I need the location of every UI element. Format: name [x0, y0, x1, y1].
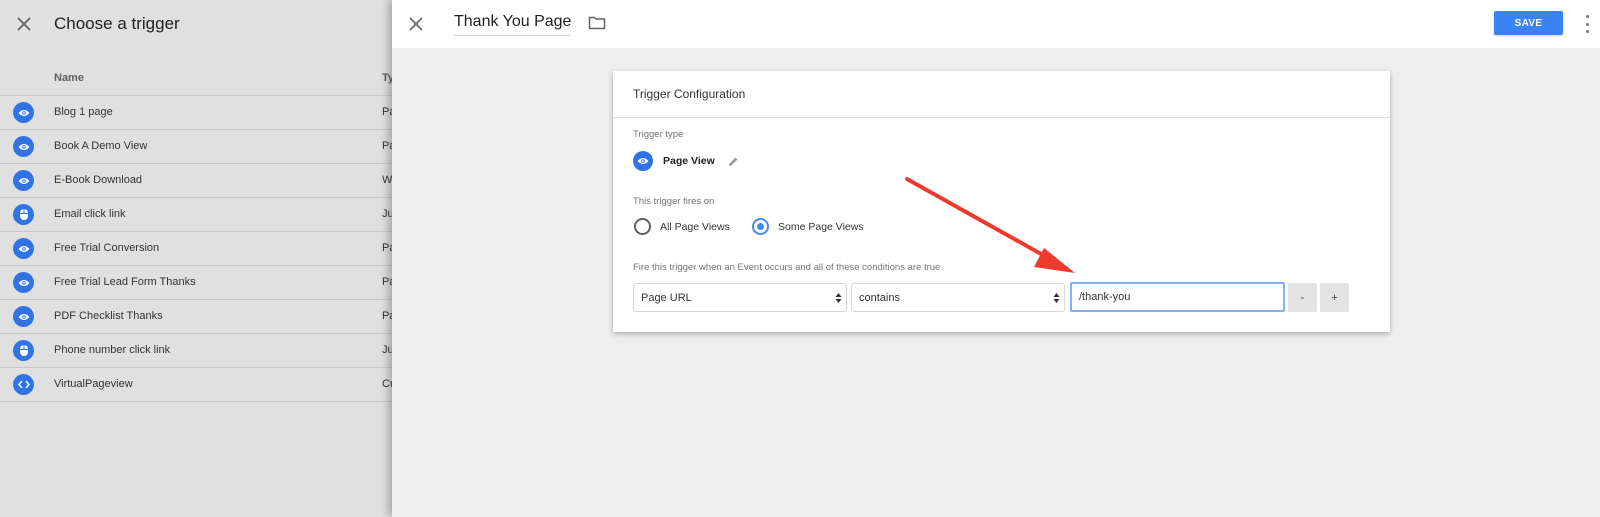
trigger-row[interactable]: Free Trial Conversion Pa [0, 232, 395, 266]
more-vert-dot [1585, 22, 1589, 26]
remove-condition-button[interactable]: - [1288, 283, 1317, 312]
trigger-name: Blog 1 page [54, 106, 113, 118]
trigger-type-value: Page View [663, 155, 715, 167]
condition-variable-select[interactable]: Page URL [633, 283, 847, 312]
more-vert-dot [1585, 30, 1589, 33]
radio-label: All Page Views [660, 220, 730, 233]
trigger-name: PDF Checklist Thanks [54, 310, 163, 322]
code-icon [13, 374, 34, 395]
trigger-chooser-panel: Choose a trigger Name Ty Blog 1 page Pa Bo… [0, 0, 396, 517]
trigger-row[interactable]: Phone number click link Ju [0, 334, 394, 368]
trigger-list: Blog 1 page Pa Book A Demo View Pa E-Book Do… [0, 96, 396, 402]
close-chooser-button[interactable] [0, 0, 48, 48]
condition-operator-select[interactable]: contains [851, 283, 1065, 312]
eye-icon [13, 102, 34, 123]
folder-icon [588, 16, 606, 30]
mouse-icon [13, 340, 34, 361]
condition-value-input[interactable] [1070, 282, 1285, 312]
close-icon [17, 17, 31, 31]
select-arrows-icon [1053, 293, 1060, 303]
close-icon [409, 17, 423, 31]
trigger-name: Book A Demo View [54, 140, 148, 152]
close-editor-button[interactable] [402, 10, 430, 38]
trigger-row[interactable]: Book A Demo View Pa [0, 130, 395, 164]
trigger-chooser-title: Choose a trigger [54, 14, 180, 33]
card-heading: Trigger Configuration [613, 71, 1390, 118]
trigger-list-header: Name Ty [0, 60, 394, 96]
trigger-name: Phone number click link [54, 344, 171, 356]
trigger-row[interactable]: PDF Checklist Thanks Pa [0, 300, 395, 334]
eye-icon [13, 238, 34, 259]
trigger-chooser-header: Choose a trigger [0, 0, 392, 48]
radio-all-page-views[interactable]: All Page Views [634, 218, 730, 235]
folder-button[interactable] [588, 15, 606, 35]
selected-variable: Page URL [641, 291, 692, 304]
add-condition-button[interactable]: + [1320, 283, 1349, 312]
trigger-name-field[interactable]: Thank You Page [454, 13, 572, 36]
radio-some-page-views[interactable]: Some Page Views [752, 218, 864, 235]
fires-on-label: This trigger fires on [633, 196, 715, 207]
eye-icon [13, 170, 34, 191]
trigger-name: Email click link [54, 208, 126, 220]
trigger-name: Free Trial Conversion [54, 242, 160, 254]
trigger-row[interactable]: Free Trial Lead Form Thanks Pa [0, 266, 395, 300]
selected-operator: contains [859, 291, 900, 304]
pencil-icon [729, 157, 738, 166]
mouse-icon [13, 204, 34, 225]
more-vert-icon [1585, 15, 1589, 18]
eye-icon [13, 306, 34, 327]
more-options-button[interactable] [1582, 13, 1592, 35]
eye-icon [637, 158, 649, 164]
trigger-name: Free Trial Lead Form Thanks [54, 276, 196, 288]
trigger-row[interactable]: Email click link Ju [0, 198, 394, 232]
trigger-name: VirtualPageview [54, 378, 133, 390]
eye-icon [13, 272, 34, 293]
trigger-name: E-Book Download [54, 174, 143, 186]
condition-label: Fire this trigger when an Event occurs a… [633, 262, 941, 273]
trigger-type: W [382, 174, 393, 186]
radio-circle-selected [752, 218, 769, 235]
radio-label: Some Page Views [778, 220, 864, 233]
trigger-configuration-card: Trigger Configuration Trigger type Page … [613, 71, 1390, 332]
save-button[interactable]: SAVE [1494, 11, 1563, 35]
eye-icon [13, 136, 34, 157]
edit-trigger-type-button[interactable] [728, 154, 739, 172]
trigger-row[interactable]: E-Book Download W [0, 164, 392, 198]
trigger-type-label: Trigger type [633, 129, 684, 140]
editor-header: Thank You Page SAVE [392, 0, 1600, 48]
page-view-type-icon [633, 151, 653, 171]
trigger-editor-panel: Thank You Page SAVE Trigger Configuratio… [392, 0, 1600, 517]
column-header-name[interactable]: Name [54, 72, 84, 84]
trigger-row[interactable]: Blog 1 page Pa [0, 96, 395, 130]
radio-circle [634, 218, 651, 235]
select-arrows-icon [835, 293, 842, 303]
trigger-row[interactable]: VirtualPageview Cu [0, 368, 396, 402]
